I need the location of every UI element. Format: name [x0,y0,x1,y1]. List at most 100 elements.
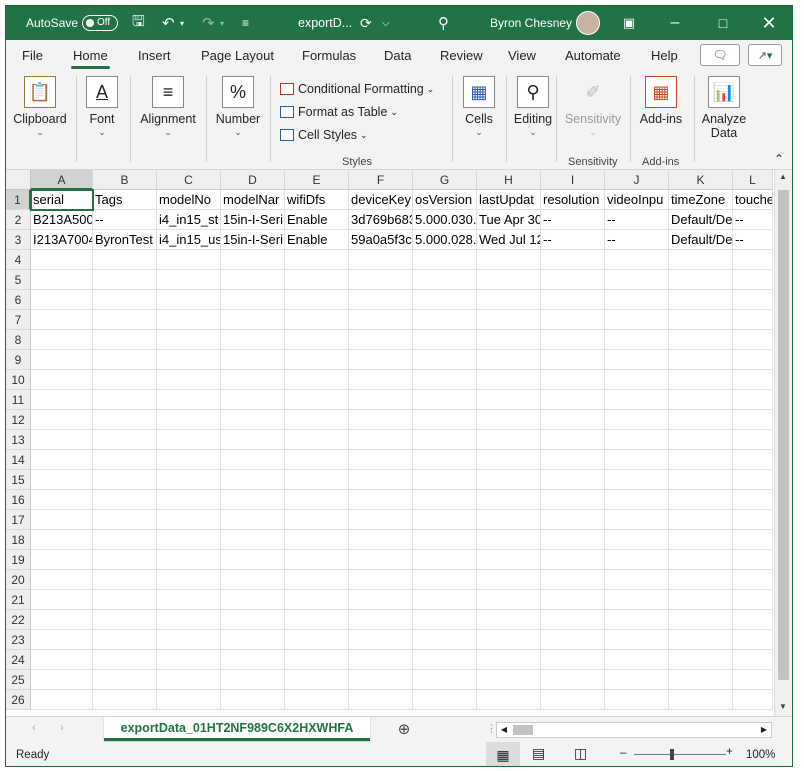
add-sheet-icon[interactable]: ⊕ [394,719,414,739]
horizontal-scroll-thumb[interactable] [513,725,533,735]
cell[interactable] [31,650,93,670]
cell[interactable] [31,690,93,710]
cell[interactable] [669,430,733,450]
cell[interactable]: 5.000.030. [413,210,477,230]
cell[interactable] [31,590,93,610]
cell[interactable] [733,590,773,610]
cell[interactable] [31,270,93,290]
cell[interactable] [221,490,285,510]
cell[interactable] [157,650,221,670]
cell[interactable] [669,590,733,610]
cell[interactable] [413,690,477,710]
row-header[interactable]: 6 [6,290,31,310]
cell[interactable] [669,690,733,710]
cell[interactable] [31,550,93,570]
cell[interactable] [349,390,413,410]
cell[interactable] [157,470,221,490]
analyze-data-button[interactable]: 📊 Analyze Data [698,76,750,140]
cell[interactable] [285,330,349,350]
row-header[interactable]: 17 [6,510,31,530]
cell[interactable]: Enable [285,230,349,250]
cell[interactable] [669,450,733,470]
cell[interactable] [93,330,157,350]
cell[interactable]: 59a0a5f3c [349,230,413,250]
cell[interactable]: timeZone [669,190,733,210]
cell[interactable] [413,430,477,450]
cell[interactable]: resolution [541,190,605,210]
cell[interactable] [477,330,541,350]
close-icon[interactable]: ✕ [746,6,792,40]
cell[interactable] [285,270,349,290]
cell[interactable] [157,570,221,590]
cell[interactable] [477,510,541,530]
cell[interactable] [733,310,773,330]
cell[interactable] [157,370,221,390]
horizontal-scrollbar[interactable]: ◀ ▶ [496,722,772,738]
cell[interactable] [221,390,285,410]
cell[interactable] [605,670,669,690]
cell[interactable] [669,650,733,670]
column-header[interactable]: F [349,170,413,190]
row-header[interactable]: 22 [6,610,31,630]
cell[interactable] [541,550,605,570]
cell[interactable] [605,530,669,550]
cell[interactable] [541,270,605,290]
cell[interactable] [669,670,733,690]
cell[interactable] [605,450,669,470]
cell[interactable] [669,310,733,330]
row-header[interactable]: 14 [6,450,31,470]
cell[interactable] [285,570,349,590]
cell[interactable] [285,590,349,610]
cell[interactable] [669,270,733,290]
cell[interactable] [477,390,541,410]
undo-icon[interactable]: ↶ [162,6,175,40]
cell[interactable] [733,330,773,350]
cell[interactable] [221,550,285,570]
sheet-prev-icon[interactable]: ‹ [32,722,36,734]
ribbon-display-icon[interactable]: ▣ [606,6,652,40]
cell[interactable] [157,410,221,430]
cell[interactable]: ByronTest [93,230,157,250]
cell[interactable] [31,430,93,450]
cell[interactable] [157,630,221,650]
cell[interactable] [413,610,477,630]
cell[interactable]: -- [733,210,773,230]
cell[interactable] [541,410,605,430]
cell[interactable] [93,610,157,630]
cell[interactable] [541,510,605,530]
cell[interactable] [221,370,285,390]
cell[interactable]: i4_in15_st [157,210,221,230]
customize-toolbar-icon[interactable]: ≡ [242,6,249,40]
zoom-slider-thumb[interactable] [670,749,674,760]
cell[interactable] [349,330,413,350]
cell[interactable] [669,350,733,370]
cell[interactable] [541,530,605,550]
cell[interactable] [733,530,773,550]
cell[interactable] [285,690,349,710]
cell[interactable]: touche [733,190,773,210]
cell[interactable] [541,370,605,390]
cell[interactable] [605,370,669,390]
cell[interactable] [669,250,733,270]
cell[interactable] [413,550,477,570]
cell[interactable] [733,350,773,370]
alignment-button[interactable]: ≡ Alignment ⌄ [136,76,200,138]
cell[interactable] [157,270,221,290]
cell[interactable]: Wed Jul 12 [477,230,541,250]
tab-formulas[interactable]: Formulas [302,48,356,63]
cell[interactable]: deviceKey [349,190,413,210]
cell[interactable] [31,290,93,310]
cell[interactable] [157,510,221,530]
cell[interactable] [733,270,773,290]
autosave-toggle[interactable]: Off [82,6,118,40]
cell[interactable] [285,430,349,450]
cell[interactable] [605,490,669,510]
column-header[interactable]: I [541,170,605,190]
cell[interactable] [413,410,477,430]
cell[interactable] [93,370,157,390]
maximize-icon[interactable]: □ [700,6,746,40]
row-header[interactable]: 3 [6,230,31,250]
cell[interactable] [31,670,93,690]
number-button[interactable]: % Number ⌄ [210,76,266,138]
tab-automate[interactable]: Automate [565,48,621,63]
